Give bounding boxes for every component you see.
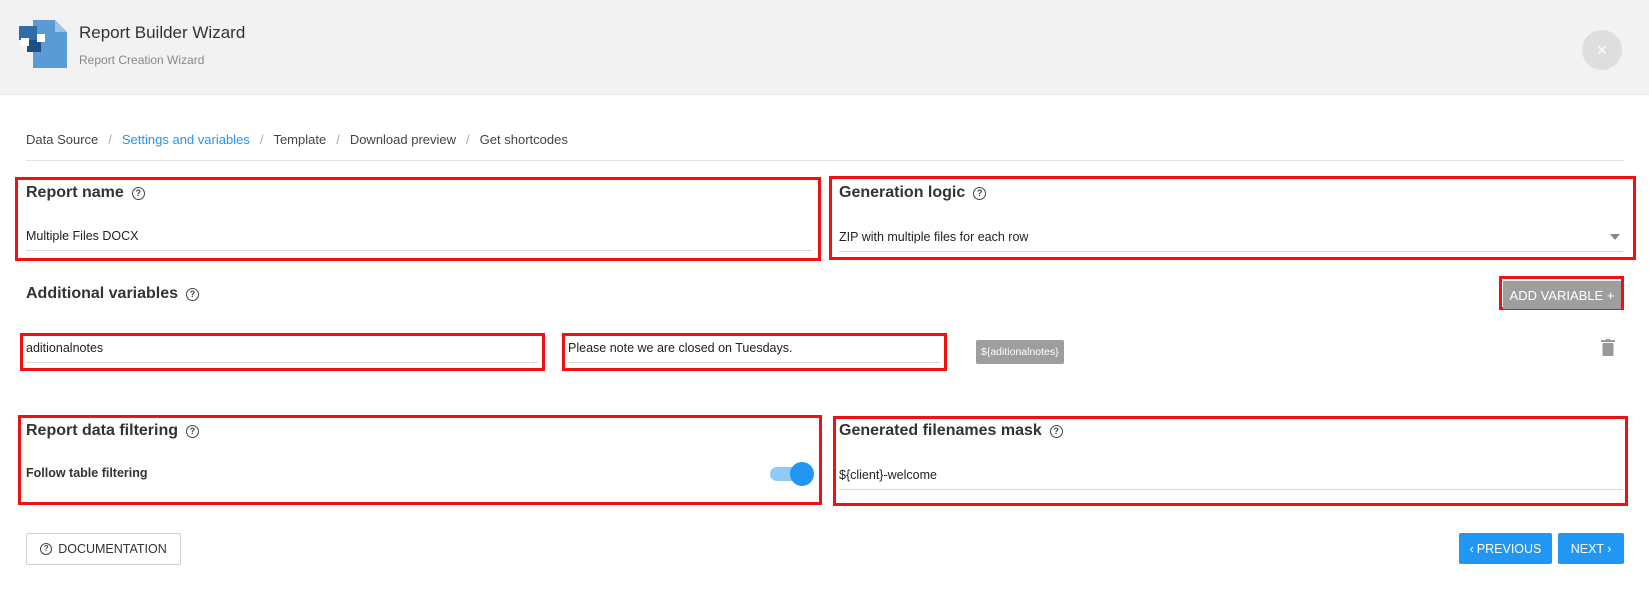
follow-table-filtering-toggle[interactable] bbox=[770, 461, 814, 487]
breadcrumb-download-preview[interactable]: Download preview bbox=[350, 132, 456, 147]
follow-table-filtering-label: Follow table filtering bbox=[26, 466, 148, 480]
documentation-label: DOCUMENTATION bbox=[58, 542, 167, 556]
breadcrumb-separator: / bbox=[108, 132, 112, 147]
close-icon: × bbox=[1596, 39, 1608, 60]
help-icon: ? bbox=[40, 543, 53, 555]
filenames-mask-label: Generated filenames mask bbox=[839, 422, 1042, 439]
breadcrumb-template[interactable]: Template bbox=[273, 132, 326, 147]
report-name-title: Report name ? bbox=[26, 184, 145, 202]
help-icon[interactable]: ? bbox=[973, 186, 987, 200]
filenames-mask-input[interactable]: ${client}-welcome bbox=[839, 468, 1623, 490]
additional-variables-title: Additional variables ? bbox=[26, 285, 200, 303]
breadcrumb-settings-and-variables[interactable]: Settings and variables bbox=[122, 132, 250, 147]
trash-icon[interactable] bbox=[1601, 339, 1615, 356]
next-label: NEXT bbox=[1570, 541, 1605, 556]
report-data-filtering-title: Report data filtering ? bbox=[26, 422, 200, 440]
variable-name-input[interactable]: aditionalnotes bbox=[26, 341, 538, 363]
variable-shortcode-badge[interactable]: ${aditionalnotes} bbox=[976, 340, 1064, 364]
breadcrumb: Data Source / Settings and variables / T… bbox=[26, 132, 1624, 161]
documentation-button[interactable]: ? DOCUMENTATION bbox=[26, 533, 181, 565]
breadcrumb-separator: / bbox=[336, 132, 340, 147]
app-title: Report Builder Wizard bbox=[79, 23, 246, 42]
add-variable-button[interactable]: ADD VARIABLE + bbox=[1503, 281, 1621, 309]
filenames-mask-title: Generated filenames mask ? bbox=[839, 422, 1063, 440]
breadcrumb-separator: / bbox=[259, 132, 264, 147]
help-icon[interactable]: ? bbox=[131, 186, 145, 200]
generation-logic-label: Generation logic bbox=[839, 184, 966, 201]
report-name-label: Report name bbox=[26, 184, 124, 201]
previous-button[interactable]: ‹ PREVIOUS bbox=[1459, 533, 1552, 564]
chevron-right-icon: › bbox=[1607, 541, 1612, 556]
wizard-header: Report Builder Wizard Report Creation Wi… bbox=[0, 0, 1649, 95]
breadcrumb-get-shortcodes[interactable]: Get shortcodes bbox=[480, 132, 568, 147]
next-button[interactable]: NEXT › bbox=[1558, 533, 1624, 564]
breadcrumb-data-source[interactable]: Data Source bbox=[26, 132, 98, 147]
help-icon[interactable]: ? bbox=[186, 424, 200, 438]
generation-logic-title: Generation logic ? bbox=[839, 184, 987, 202]
previous-label: PREVIOUS bbox=[1476, 541, 1542, 556]
report-data-filtering-label: Report data filtering bbox=[26, 422, 179, 439]
chevron-down-icon[interactable] bbox=[1610, 234, 1620, 240]
toggle-knob bbox=[790, 462, 814, 486]
help-icon[interactable]: ? bbox=[186, 287, 200, 301]
variable-value-input[interactable]: Please note we are closed on Tuesdays. bbox=[568, 341, 940, 363]
additional-variables-label: Additional variables bbox=[26, 285, 179, 302]
chevron-left-icon: ‹ bbox=[1469, 541, 1474, 556]
report-name-input[interactable]: Multiple Files DOCX bbox=[26, 229, 812, 251]
app-logo-icon bbox=[19, 20, 67, 68]
generation-logic-select[interactable]: ZIP with multiple files for each row bbox=[839, 230, 1623, 252]
close-button[interactable]: × bbox=[1582, 30, 1622, 70]
breadcrumb-separator: / bbox=[466, 132, 470, 147]
help-icon[interactable]: ? bbox=[1049, 424, 1063, 438]
app-subtitle: Report Creation Wizard bbox=[79, 53, 205, 67]
